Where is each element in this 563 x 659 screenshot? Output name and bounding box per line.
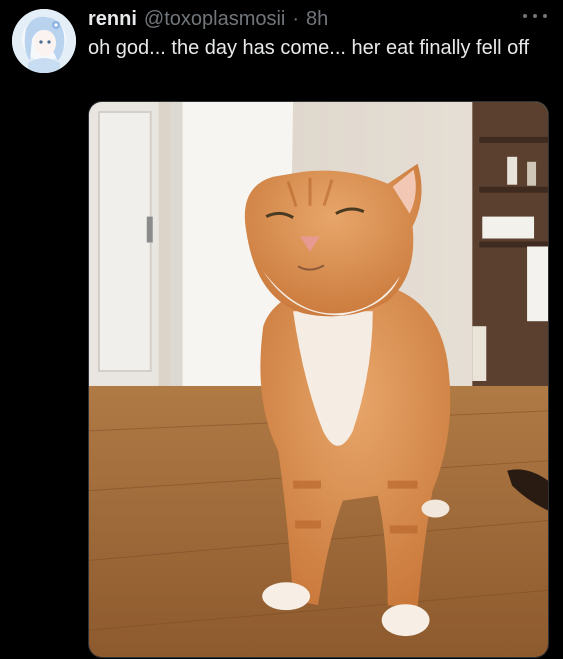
- more-dot: [533, 14, 537, 18]
- tweet-photo[interactable]: [88, 101, 549, 658]
- display-name[interactable]: renni: [88, 6, 137, 32]
- more-dot: [523, 14, 527, 18]
- timestamp[interactable]: 8h: [306, 6, 328, 32]
- tweet: renni @toxoplasmosii · 8h oh god... the …: [0, 0, 563, 659]
- avatar[interactable]: [12, 9, 76, 73]
- tweet-header: renni @toxoplasmosii · 8h: [88, 6, 328, 32]
- tweet-text: oh god... the day has come... her eat fi…: [88, 37, 530, 59]
- cat-photo: [89, 102, 548, 657]
- more-horizontal-icon[interactable]: [523, 8, 547, 24]
- avatar-image: [12, 9, 76, 73]
- more-dot: [543, 14, 547, 18]
- user-handle[interactable]: @toxoplasmosii: [144, 6, 285, 32]
- separator-dot: ·: [292, 8, 300, 30]
